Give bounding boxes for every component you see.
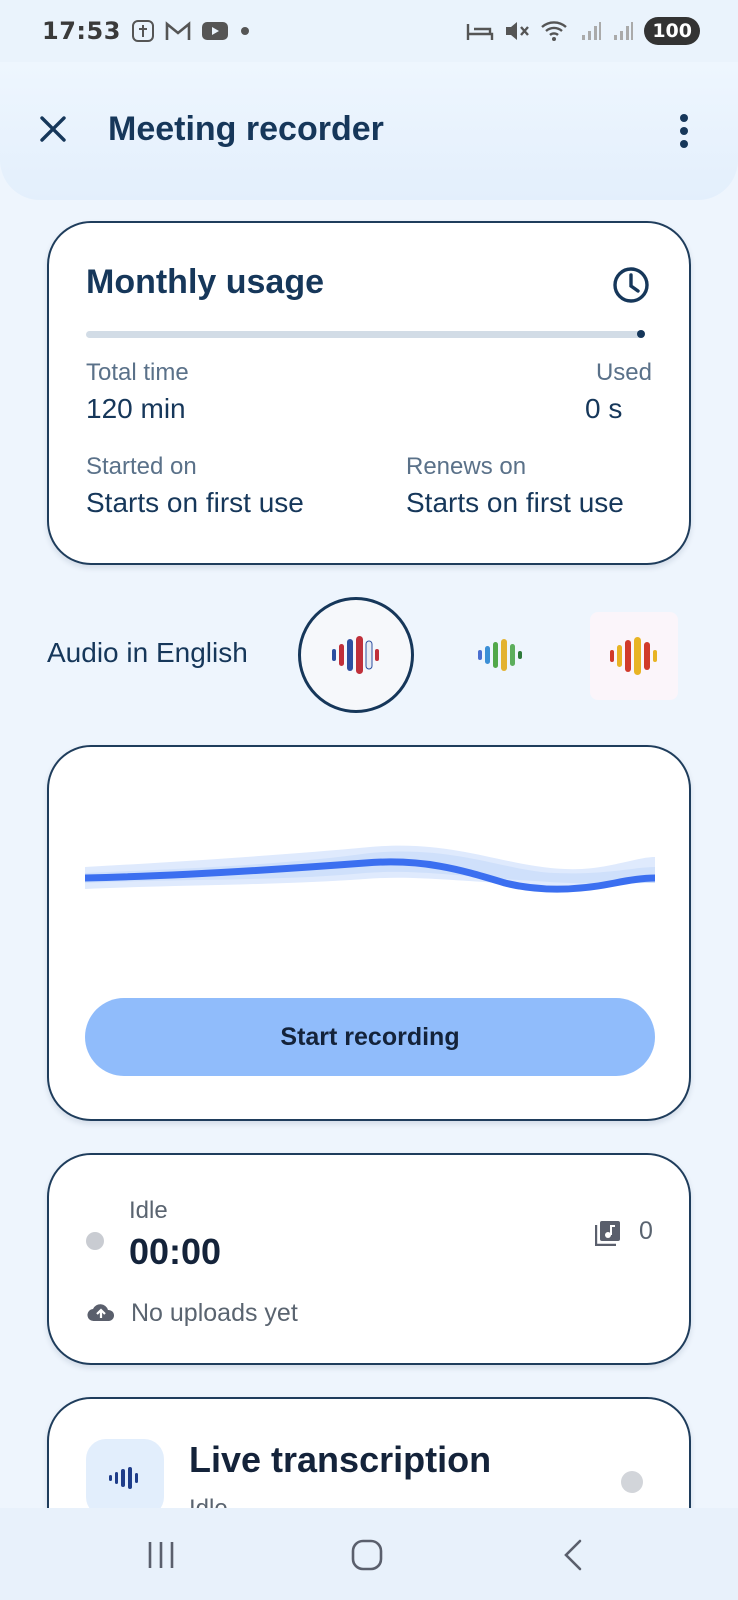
audio-wave-icon [109, 1467, 138, 1489]
status-time: 17:53 [42, 17, 121, 45]
sleep-icon [466, 20, 494, 42]
recording-timer: 00:00 [129, 1231, 222, 1272]
status-left: 17:53 [42, 17, 251, 45]
history-button[interactable] [611, 265, 651, 305]
status-label: Idle [129, 1197, 168, 1224]
multilingual-audio-icon [478, 639, 522, 671]
system-nav-bar [0, 1508, 738, 1600]
battery-level: 100 [644, 17, 700, 45]
live-transcription-title: Live transcription [189, 1439, 492, 1480]
recording-status-card: Idle 00:00 No uploads yet 0 [47, 1153, 691, 1365]
back-icon [564, 1539, 582, 1571]
signal-icon [612, 20, 634, 42]
gmail-icon [165, 20, 191, 42]
back-button[interactable] [560, 1538, 586, 1572]
clip-count: 0 [639, 1217, 653, 1245]
home-button[interactable] [350, 1538, 384, 1572]
live-transcription-icon-box [86, 1439, 164, 1517]
renews-on-label: Renews on [406, 453, 527, 480]
cloud-upload-icon [87, 1304, 115, 1322]
started-on-value: Starts on first use [86, 487, 304, 518]
youtube-icon [201, 20, 229, 42]
usage-progress-bar [86, 330, 645, 338]
close-button[interactable] [36, 112, 70, 146]
language-option-english[interactable] [298, 597, 414, 713]
dot-icon [239, 25, 251, 37]
total-time-label: Total time [86, 359, 189, 386]
used-label: Used [595, 359, 652, 386]
recents-icon [148, 1542, 174, 1568]
audio-waveform [85, 845, 655, 893]
used-value: 0 s [585, 393, 623, 424]
usage-title: Monthly usage [86, 263, 325, 301]
status-bar: 17:53 100 [0, 0, 738, 62]
uploads-status: No uploads yet [131, 1299, 298, 1327]
page-title: Meeting recorder [108, 110, 384, 148]
usage-progress-end [637, 330, 645, 338]
close-icon [40, 116, 66, 142]
english-audio-icon [332, 636, 379, 674]
language-option-multilingual[interactable] [443, 597, 559, 713]
start-recording-button[interactable]: Start recording [85, 998, 655, 1076]
status-right: 100 [466, 17, 700, 45]
renews-on-value: Starts on first use [406, 487, 624, 518]
total-time-value: 120 min [86, 393, 186, 424]
home-icon [351, 1539, 383, 1571]
app-header: Meeting recorder [0, 62, 738, 200]
music-library-icon [595, 1221, 620, 1246]
language-label: Audio in English [47, 637, 248, 668]
started-on-label: Started on [86, 453, 197, 480]
language-option-spanish[interactable] [590, 612, 678, 700]
status-indicator-dot [86, 1232, 104, 1250]
spanish-audio-icon [610, 637, 657, 675]
clock-icon [613, 267, 649, 303]
live-status-dot [621, 1471, 643, 1493]
tplus-icon [131, 19, 155, 43]
monthly-usage-card: Monthly usage Total time 120 min Used 0 … [47, 221, 691, 565]
more-options-button[interactable] [670, 112, 698, 150]
recorder-card: Start recording [47, 745, 691, 1121]
signal-icon [580, 20, 602, 42]
mute-icon [504, 19, 530, 43]
wifi-icon [540, 19, 570, 43]
more-vertical-icon [680, 114, 688, 148]
recents-button[interactable] [146, 1538, 176, 1572]
